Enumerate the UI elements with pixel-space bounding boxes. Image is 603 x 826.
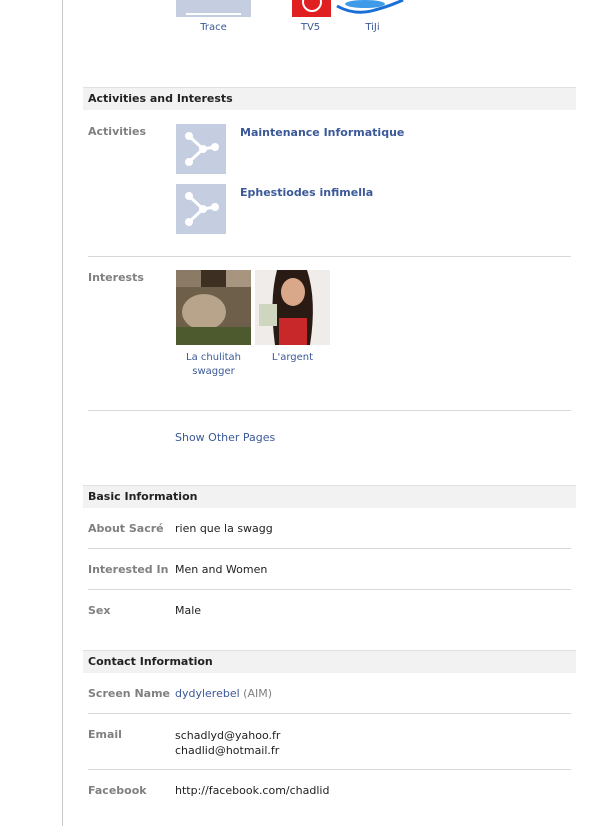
- interest-label-line1[interactable]: L'argent: [255, 351, 330, 365]
- interest-label-line2[interactable]: swagger: [176, 365, 251, 379]
- sex-label: Sex: [88, 604, 111, 617]
- sex-value: Male: [175, 604, 202, 617]
- left-column-divider: [62, 0, 63, 826]
- page-label-trace[interactable]: Trace: [176, 22, 251, 33]
- divider: [88, 769, 571, 770]
- activities-label: Activities: [88, 125, 147, 138]
- about-value: rien que la swagg: [175, 522, 273, 535]
- tiji-logo-icon: [336, 0, 404, 14]
- divider: [88, 410, 571, 411]
- activity-thumbnail[interactable]: [176, 184, 226, 234]
- tv5-page-thumbnail[interactable]: [292, 0, 331, 17]
- screen-name-label: Screen Name: [88, 687, 171, 700]
- screen-name-value: dydylerebel (AIM): [175, 687, 272, 700]
- tiji-page-thumbnail[interactable]: [335, 0, 405, 17]
- interest-photo-collage: [176, 270, 251, 345]
- profile-info-content: Trace TV5 TiJi Activities and Interests …: [83, 0, 576, 826]
- trace-page-thumbnail[interactable]: [176, 0, 251, 17]
- screen-name-service: (AIM): [243, 687, 273, 700]
- trace-thumb-graphic: [186, 13, 241, 15]
- activity-link[interactable]: Maintenance Informatique: [240, 126, 404, 139]
- interests-label: Interests: [88, 271, 144, 284]
- activity-link[interactable]: Ephestiodes infimella: [240, 186, 373, 199]
- interested-in-value: Men and Women: [175, 563, 268, 576]
- page-network-icon: [185, 192, 219, 226]
- email-address: chadlid@hotmail.fr: [175, 744, 280, 757]
- divider: [88, 589, 571, 590]
- interest-label-line1[interactable]: La chulitah: [176, 351, 251, 365]
- facebook-url-link[interactable]: http://facebook.com/chadlid: [175, 784, 329, 797]
- page-label-tiji[interactable]: TiJi: [335, 22, 410, 33]
- screen-name-link[interactable]: dydylerebel: [175, 687, 240, 700]
- interest-photo-person: [255, 270, 330, 345]
- interest-thumbnail[interactable]: [176, 270, 251, 345]
- interest-label[interactable]: La chulitah swagger: [176, 351, 251, 379]
- divider: [88, 713, 571, 714]
- show-other-pages-link[interactable]: Show Other Pages: [175, 431, 275, 444]
- page-network-icon: [185, 132, 219, 166]
- activities-interests-header: Activities and Interests: [83, 87, 576, 110]
- interest-label[interactable]: L'argent: [255, 351, 330, 365]
- about-label: About Sacré: [88, 522, 164, 535]
- activity-thumbnail[interactable]: [176, 124, 226, 174]
- basic-information-header: Basic Information: [83, 485, 576, 508]
- interest-thumbnail[interactable]: [255, 270, 330, 345]
- email-address: schadlyd@yahoo.fr: [175, 729, 281, 742]
- interested-in-label: Interested In: [88, 563, 169, 576]
- contact-information-header: Contact Information: [83, 650, 576, 673]
- divider: [88, 548, 571, 549]
- facebook-label: Facebook: [88, 784, 147, 797]
- divider: [88, 256, 571, 257]
- email-label: Email: [88, 728, 122, 741]
- tv5-logo-icon: [302, 0, 322, 12]
- email-value: schadlyd@yahoo.fr chadlid@hotmail.fr: [175, 728, 280, 758]
